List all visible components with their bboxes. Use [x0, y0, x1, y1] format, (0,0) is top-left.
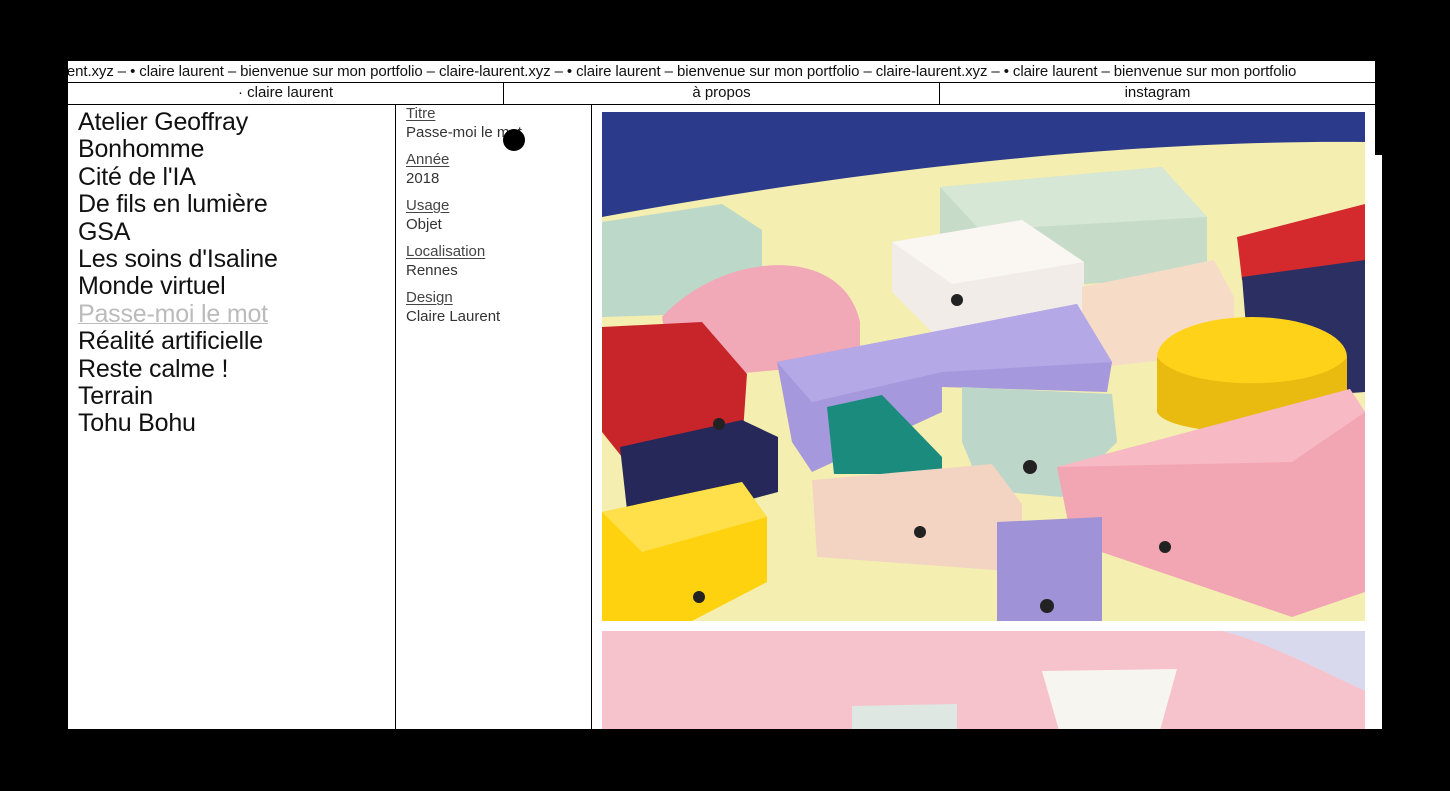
nav-about-link[interactable]: à propos: [504, 83, 940, 104]
project-images-column: [592, 104, 1382, 729]
top-navigation: · claire laurent à propos instagram: [68, 82, 1375, 105]
cursor-dot-icon: [503, 129, 525, 151]
meta-location: Localisation Rennes: [396, 242, 591, 281]
portfolio-page: rent.xyz – • claire laurent – bienvenue …: [68, 61, 1382, 729]
project-item-active[interactable]: Passe-moi le mot: [78, 300, 395, 328]
project-item[interactable]: Bonhomme: [78, 136, 395, 164]
project-item[interactable]: GSA: [78, 218, 395, 246]
project-item[interactable]: Tohu Bohu: [78, 410, 395, 438]
project-item[interactable]: De fils en lumière: [78, 190, 395, 218]
title-label: Titre: [406, 105, 436, 122]
design-label: Design: [406, 289, 453, 306]
meta-design: Design Claire Laurent: [396, 288, 591, 327]
project-details-column: Titre Passe-moi le mot Année 2018 Usage …: [396, 104, 592, 729]
usage-label: Usage: [406, 197, 450, 214]
nav-instagram-link[interactable]: instagram: [940, 83, 1375, 104]
project-photo-blocks: [602, 112, 1365, 621]
project-item[interactable]: Réalité artificielle: [78, 327, 395, 355]
project-list-column: Atelier Geoffray Bonhomme Cité de l'IA D…: [68, 104, 396, 729]
project-list: Atelier Geoffray Bonhomme Cité de l'IA D…: [68, 104, 395, 438]
scrolling-banner: rent.xyz – • claire laurent – bienvenue …: [68, 61, 1375, 82]
location-value: Rennes: [406, 262, 458, 279]
project-item[interactable]: Les soins d'Isaline: [78, 245, 395, 273]
project-item[interactable]: Monde virtuel: [78, 273, 395, 301]
project-item[interactable]: Reste calme !: [78, 355, 395, 383]
nav-home-link[interactable]: · claire laurent: [68, 83, 504, 104]
year-label: Année: [406, 151, 450, 168]
project-photo-pink: [602, 631, 1365, 729]
project-item[interactable]: Cité de l'IA: [78, 163, 395, 191]
year-value: 2018: [406, 170, 440, 187]
meta-year: Année 2018: [396, 150, 591, 189]
project-item[interactable]: Terrain: [78, 382, 395, 410]
design-value: Claire Laurent: [406, 308, 501, 325]
banner-text: rent.xyz – • claire laurent – bienvenue …: [68, 63, 1297, 80]
project-item[interactable]: Atelier Geoffray: [78, 108, 395, 136]
usage-value: Objet: [406, 216, 442, 233]
meta-usage: Usage Objet: [396, 196, 591, 235]
title-value: Passe-moi le mot: [406, 124, 522, 141]
location-label: Localisation: [406, 243, 486, 260]
meta-title: Titre Passe-moi le mot: [396, 104, 591, 143]
